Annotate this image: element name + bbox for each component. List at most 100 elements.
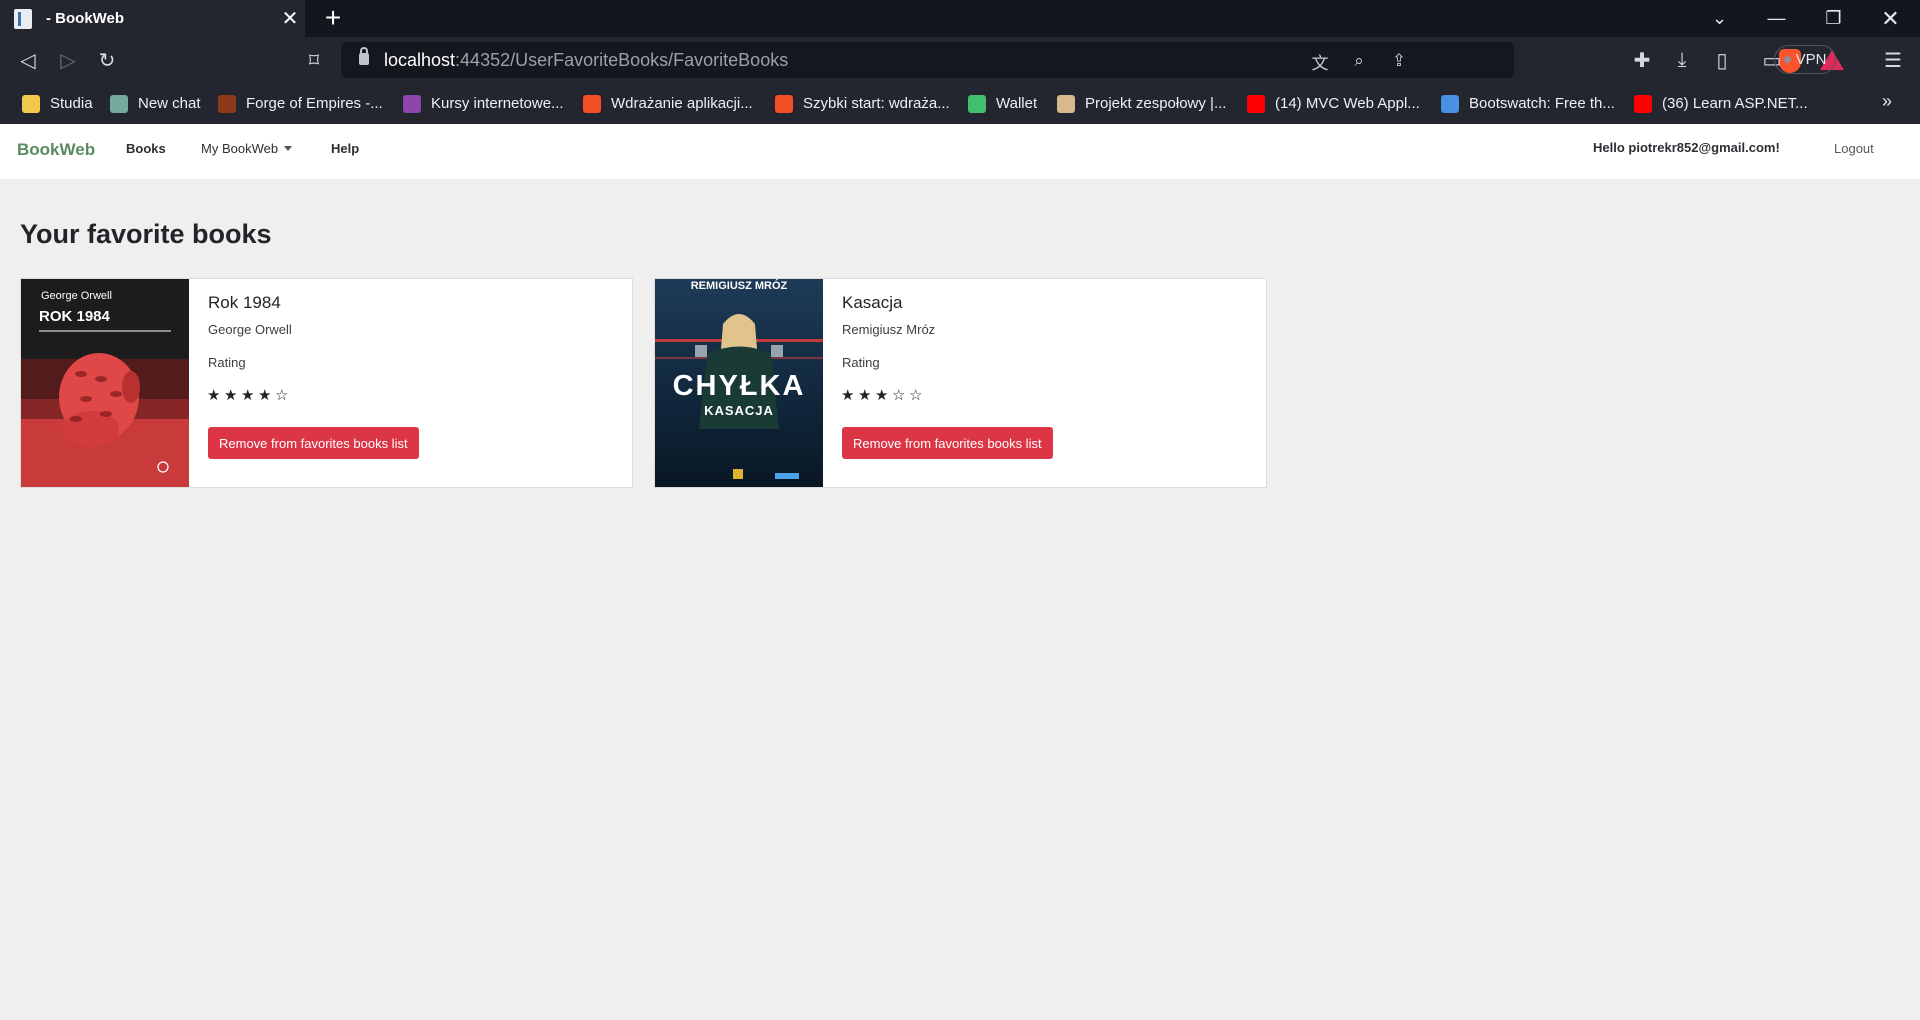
vpn-status-icon [1783,56,1791,63]
bookmark-label: Szybki start: wdraża... [803,95,950,112]
star-filled-icon: ★ [875,387,891,404]
bookmark-favicon-icon [1247,94,1265,113]
url-text[interactable]: localhost:44352/UserFavoriteBooks/Favori… [384,50,788,71]
book-author: Remigiusz Mróz [842,322,936,337]
bookmark-favicon-icon [403,94,421,113]
tab-title: - BookWeb [46,10,125,27]
cover-title-text: ROK 1984 [39,308,111,325]
book-title: Kasacja [842,293,903,312]
active-tab[interactable]: - BookWeb ✕ [0,0,305,37]
star-filled-icon: ★ [858,387,874,404]
bookmark-label: Forge of Empires -... [246,95,383,112]
close-window-icon[interactable]: ✕ [1862,0,1919,37]
book-cover-image: George Orwell ROK 1984 [21,279,189,487]
minimize-icon[interactable]: — [1748,0,1805,37]
address-bar[interactable]: localhost:44352/UserFavoriteBooks/Favori… [341,42,1844,78]
star-filled-icon: ★ [841,387,857,404]
cover-title-text: CHYŁKA [673,370,806,402]
menu-icon[interactable]: ☰ [1878,45,1908,75]
share-icon[interactable]: ⇪ [1386,48,1412,74]
bookmark-favicon-icon [968,94,986,113]
rating-label: Rating [842,355,880,370]
sidebar-icon[interactable]: ▯ [1707,45,1737,75]
site-navbar: BookWeb Books My BookWeb Help Hello piot… [0,124,1920,179]
rating-label: Rating [208,355,246,370]
bookmark-label: Wdrażanie aplikacji... [611,95,753,112]
bookmark-label: Wallet [996,95,1038,112]
page-title: Your favorite books [20,219,272,249]
cover-subtitle-text: KASACJA [704,403,774,418]
bookmark-label: Kursy internetowe... [431,95,564,112]
bookweb-favicon-icon [14,8,32,29]
bookmark-label: Bootswatch: Free th... [1469,95,1615,112]
more-bookmarks-icon[interactable]: » [1882,91,1892,112]
star-filled-icon: ★ [224,387,240,404]
restore-icon[interactable]: ❐ [1805,0,1862,37]
star-empty-icon: ☆ [275,387,291,404]
nav-books[interactable]: Books [126,141,166,156]
nav-my-bookweb-dropdown[interactable]: My BookWeb [201,141,293,156]
star-empty-icon: ☆ [909,387,925,404]
caret-down-icon [284,146,293,151]
bookmark-item[interactable]: Bootswatch: Free th... [1441,83,1615,124]
bookmark-favicon-icon [583,94,601,113]
bookmark-item[interactable]: New chat [110,83,201,124]
star-filled-icon: ★ [258,387,274,404]
translate-icon[interactable]: 文 [1307,48,1333,74]
nav-help[interactable]: Help [331,141,359,156]
bookmark-label: Studia [50,95,93,112]
remove-from-favorites-button[interactable]: Remove from favorites books list [208,427,419,459]
bookmark-label: (14) MVC Web Appl... [1275,95,1420,112]
zoom-icon[interactable]: ⌕ [1346,48,1372,74]
reload-icon[interactable]: ↻ [92,45,122,75]
bookmark-item[interactable]: Kursy internetowe... [403,83,564,124]
downloads-icon[interactable]: ⤓ [1667,45,1697,75]
rating-stars: ★ ★ ★ ☆ ☆ [841,386,926,404]
bookmark-item[interactable]: Wallet [968,83,1037,124]
bookmark-item[interactable]: (36) Learn ASP.NET... [1634,83,1808,124]
back-icon[interactable]: ◁ [13,45,43,75]
bookmark-label: (36) Learn ASP.NET... [1662,95,1808,112]
bookmark-label: Projekt zespołowy |... [1085,95,1227,112]
bookmark-favicon-icon [1441,94,1459,113]
close-tab-icon[interactable]: ✕ [275,6,305,31]
book-card: REMIGIUSZ MRÓZ CHYŁKA KASACJA Kasacja Re… [654,278,1267,488]
bookmark-favicon-icon [1057,94,1075,113]
bookmark-item[interactable]: (14) MVC Web Appl... [1247,83,1420,124]
bookmark-item[interactable]: Studia [22,83,93,124]
bookmark-favicon-icon [775,94,793,113]
star-empty-icon: ☆ [892,387,908,404]
page-content: BookWeb Books My BookWeb Help Hello piot… [0,124,1920,1020]
star-filled-icon: ★ [241,387,257,404]
book-author: George Orwell [208,322,292,337]
book-card: George Orwell ROK 1984 Rok 1984 George O… [20,278,633,488]
star-filled-icon: ★ [207,387,223,404]
brand-link[interactable]: BookWeb [17,140,95,160]
extensions-icon[interactable]: ✚ [1627,45,1657,75]
browser-toolbar: ◁ ▷ ↻ ⌑ localhost:44352/UserFavoriteBook… [0,37,1920,83]
user-greeting: Hello piotrekr852@gmail.com! [1593,140,1780,155]
bookmark-item[interactable]: Szybki start: wdraża... [775,83,950,124]
cover-author-text: George Orwell [41,290,112,302]
cover-author-text: REMIGIUSZ MRÓZ [691,279,788,292]
vpn-button[interactable]: VPN [1774,45,1836,74]
lock-icon [359,47,369,65]
book-title: Rok 1984 [208,293,281,312]
book-cover-image: REMIGIUSZ MRÓZ CHYŁKA KASACJA [655,279,823,487]
rating-stars: ★ ★ ★ ★ ☆ [207,386,292,404]
forward-icon[interactable]: ▷ [53,45,83,75]
bookmark-page-icon[interactable]: ⌑ [299,45,329,75]
new-tab-button[interactable]: + [318,3,348,33]
bookmark-item[interactable]: Projekt zespołowy |... [1057,83,1226,124]
logout-link[interactable]: Logout [1834,141,1874,156]
bookmark-favicon-icon [1634,94,1652,113]
bookmark-item[interactable]: Forge of Empires -... [218,83,383,124]
bookmark-item[interactable]: Wdrażanie aplikacji... [583,83,753,124]
browser-tab-strip: - BookWeb ✕ + ⌄ — ❐ ✕ [0,0,1920,37]
remove-from-favorites-button[interactable]: Remove from favorites books list [842,427,1053,459]
bookmarks-bar: » Studia New chat Forge of Empires -... Kur… [0,83,1920,124]
bookmark-favicon-icon [218,94,236,113]
bookmark-label: New chat [138,95,201,112]
tab-search-icon[interactable]: ⌄ [1691,0,1748,37]
bookmark-favicon-icon [22,94,40,113]
